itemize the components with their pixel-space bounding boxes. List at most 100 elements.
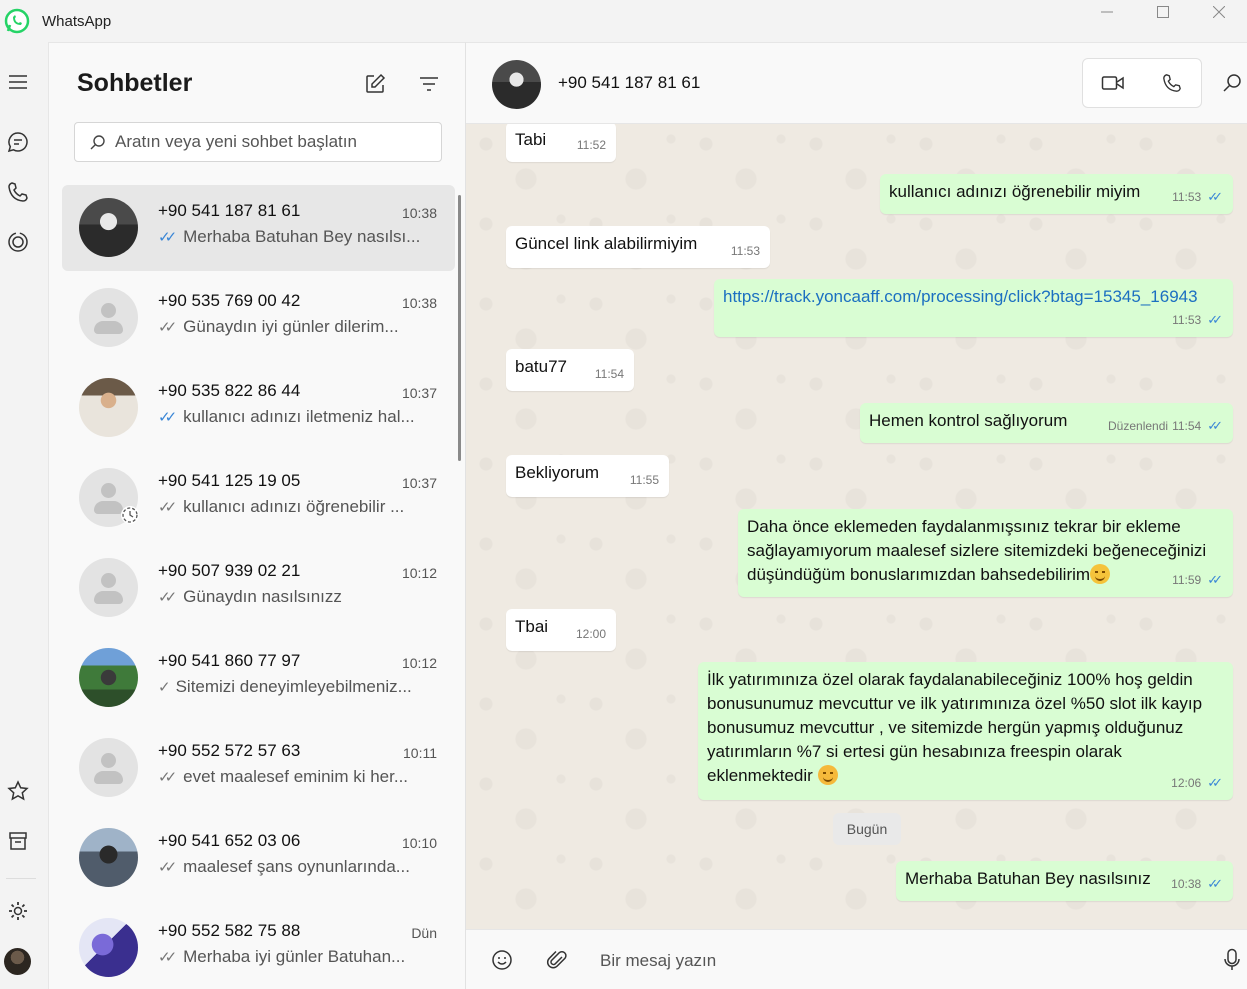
emoji-icon[interactable] xyxy=(489,947,515,973)
avatar xyxy=(79,918,138,977)
message-outgoing[interactable]: Hemen kontrol sağlıyorum Düzenlendi 11:54… xyxy=(860,403,1233,443)
message-meta: 11:54 xyxy=(595,362,624,386)
chat-preview-text: kullanıcı adınızı öğrenebilir ... xyxy=(183,497,405,516)
search-icon[interactable] xyxy=(1222,73,1242,98)
rail-divider xyxy=(6,878,36,879)
message-composer xyxy=(466,929,1247,989)
message-incoming[interactable]: batu77 11:54 xyxy=(506,349,634,391)
read-receipt-icon: ✓✓ xyxy=(158,409,177,426)
avatar xyxy=(79,288,138,347)
message-outgoing[interactable]: kullanıcı adınızı öğrenebilir miyim 11:5… xyxy=(880,174,1233,214)
video-camera-icon[interactable] xyxy=(1083,59,1142,107)
chat-list-item[interactable]: +90 535 769 00 42 10:38 ✓✓ Günaydın iyi g… xyxy=(62,275,455,361)
chat-time: 10:10 xyxy=(401,835,437,851)
chat-list-item[interactable]: +90 541 860 77 97 10:12 ✓ Sitemizi deneyi… xyxy=(62,635,455,721)
message-text: kullanıcı adınızı öğrenebilir miyim xyxy=(889,182,1141,201)
message-link[interactable]: https://track.yoncaaff.com/processing/cl… xyxy=(723,287,1198,306)
hamburger-icon[interactable] xyxy=(0,64,36,100)
search-icon xyxy=(90,135,105,150)
chat-list-item[interactable]: +90 552 572 57 63 10:11 ✓✓ evet maalesef … xyxy=(62,725,455,811)
window-controls xyxy=(1079,0,1247,28)
maximize-icon[interactable] xyxy=(1135,0,1191,24)
message-text: Daha önce eklemeden faydalanmışsınız tek… xyxy=(747,517,1207,584)
sent-receipt-icon: ✓ xyxy=(158,679,171,696)
phone-icon[interactable] xyxy=(0,174,36,210)
chat-list-item[interactable]: +90 541 187 81 61 10:38 ✓✓ Merhaba Batuha… xyxy=(62,185,455,271)
chat-list-item[interactable]: +90 541 125 19 05 10:37 ✓✓ kullanıcı adın… xyxy=(62,455,455,541)
chat-icon[interactable] xyxy=(0,124,36,160)
chat-preview: ✓✓ Merhaba Batuhan Bey nasılsı... xyxy=(158,227,420,247)
message-incoming[interactable]: Tabi 11:52 xyxy=(506,124,616,162)
chat-time: 10:12 xyxy=(401,565,437,581)
chat-list-item[interactable]: +90 535 822 86 44 10:37 ✓✓ kullanıcı adın… xyxy=(62,365,455,451)
search-input[interactable] xyxy=(115,132,435,152)
message-outgoing[interactable]: Daha önce eklemeden faydalanmışsınız tek… xyxy=(738,509,1233,597)
chat-preview-text: Merhaba Batuhan Bey nasılsı... xyxy=(183,227,421,246)
contact-name[interactable]: +90 541 187 81 61 xyxy=(558,73,700,93)
chat-preview: ✓✓ kullanıcı adınızı öğrenebilir ... xyxy=(158,497,404,517)
read-receipt-icon: ✓✓ xyxy=(1207,775,1223,790)
message-input[interactable] xyxy=(600,948,1180,974)
message-time: 11:53 xyxy=(1172,190,1202,204)
chat-list-scrollbar[interactable] xyxy=(458,195,461,461)
phone-icon[interactable] xyxy=(1142,59,1201,107)
filter-icon[interactable] xyxy=(416,71,442,97)
chat-preview: ✓✓ evet maalesef eminim ki her... xyxy=(158,767,408,787)
message-text: Hemen kontrol sağlıyorum xyxy=(869,411,1068,430)
delivered-receipt-icon: ✓✓ xyxy=(158,319,177,336)
message-meta: 11:53 ✓✓ xyxy=(1172,185,1223,209)
chat-time: 10:38 xyxy=(401,205,437,221)
microphone-icon[interactable] xyxy=(1219,947,1245,973)
message-incoming[interactable]: Tbai 12:00 xyxy=(506,609,616,651)
contact-avatar[interactable] xyxy=(492,60,541,109)
message-incoming[interactable]: Bekliyorum 11:55 xyxy=(506,455,669,497)
chat-list-item[interactable]: +90 541 652 03 06 10:10 ✓✓ maalesef şans … xyxy=(62,815,455,901)
message-outgoing[interactable]: https://track.yoncaaff.com/processing/cl… xyxy=(714,279,1233,337)
message-time: 11:52 xyxy=(576,138,606,152)
star-icon[interactable] xyxy=(0,773,36,809)
chat-list-item[interactable]: +90 507 939 02 21 10:12 ✓✓ Günaydın nasıl… xyxy=(62,545,455,631)
partying-face-emoji xyxy=(817,765,838,785)
minimize-icon[interactable] xyxy=(1079,0,1135,24)
chat-preview-text: evet maalesef eminim ki her... xyxy=(183,767,409,786)
paperclip-icon[interactable] xyxy=(544,947,570,973)
avatar xyxy=(79,828,138,887)
message-outgoing[interactable]: Merhaba Batuhan Bey nasılsınız 10:38 ✓✓ xyxy=(896,861,1233,901)
status-icon[interactable] xyxy=(0,224,36,260)
avatar xyxy=(79,558,138,617)
message-meta: 10:38 ✓✓ xyxy=(1171,872,1223,896)
close-icon[interactable] xyxy=(1191,0,1247,24)
message-meta: 12:06 ✓✓ xyxy=(1171,771,1223,795)
avatar xyxy=(79,378,138,437)
message-time: 11:54 xyxy=(1172,419,1202,433)
chat-preview-text: kullanıcı adınızı iletmeniz hal... xyxy=(183,407,415,426)
chat-preview-text: Günaydın nasılsınızz xyxy=(183,587,342,606)
title-bar: WhatsApp xyxy=(0,0,1247,42)
message-text: Merhaba Batuhan Bey nasılsınız xyxy=(905,869,1151,888)
avatar xyxy=(79,738,138,797)
compose-icon[interactable] xyxy=(362,71,388,97)
profile-avatar[interactable] xyxy=(4,948,31,975)
chat-preview-text: maalesef şans oynunlarında... xyxy=(183,857,410,876)
message-meta: 11:59 ✓✓ xyxy=(1172,568,1223,592)
search-box[interactable] xyxy=(74,122,442,162)
message-outgoing[interactable]: İlk yatırımınıza özel olarak faydalanabi… xyxy=(698,662,1233,800)
gear-icon[interactable] xyxy=(0,893,36,929)
avatar xyxy=(79,648,138,707)
chat-time: Dün xyxy=(411,925,437,941)
read-receipt-icon: ✓✓ xyxy=(1207,189,1223,204)
message-text: Güncel link alabilirmiyim xyxy=(515,234,698,253)
delivered-receipt-icon: ✓✓ xyxy=(158,589,177,606)
chat-preview: ✓✓ Günaydın nasılsınızz xyxy=(158,587,342,607)
archive-icon[interactable] xyxy=(0,823,36,859)
conversation-pane: +90 541 187 81 61 Tabi 11:52 kullanıcı a… xyxy=(466,42,1247,989)
chat-name: +90 541 860 77 97 xyxy=(158,651,301,670)
chat-list-item[interactable]: +90 552 582 75 88 Dün ✓✓ Merhaba iyi günl… xyxy=(62,905,455,989)
message-time: 11:53 xyxy=(730,244,760,258)
message-time: 11:53 xyxy=(1172,313,1202,327)
app-title: WhatsApp xyxy=(42,12,112,30)
chat-preview-text: Günaydın iyi günler dilerim... xyxy=(183,317,399,336)
message-incoming[interactable]: Güncel link alabilirmiyim 11:53 xyxy=(506,226,770,268)
message-time: 12:06 xyxy=(1171,776,1202,790)
chat-name: +90 541 187 81 61 xyxy=(158,201,301,220)
